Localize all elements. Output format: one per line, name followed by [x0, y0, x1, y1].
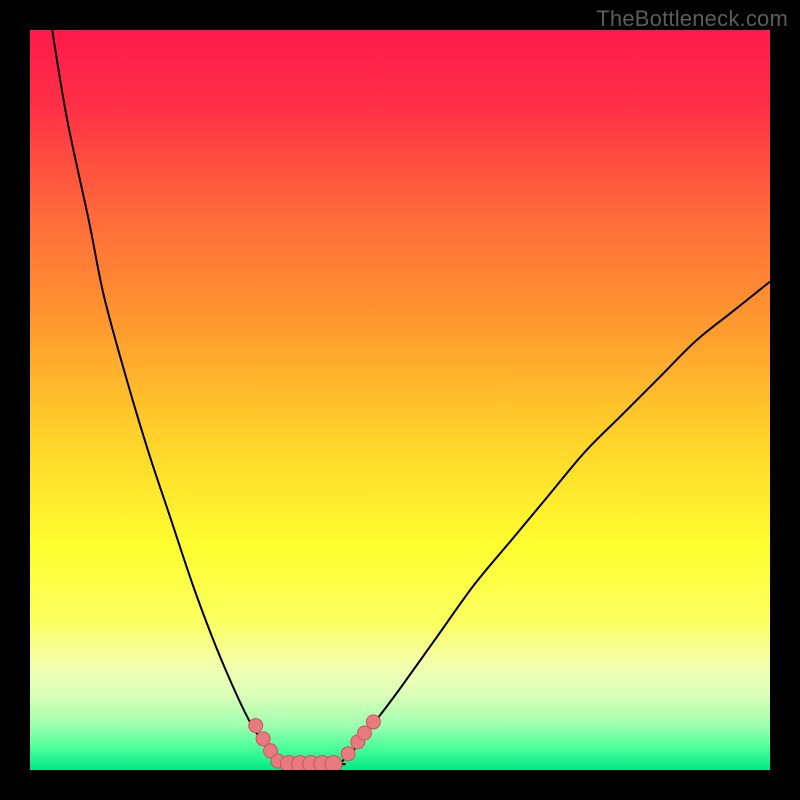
marker-dot [249, 719, 263, 733]
marker-dot [366, 715, 380, 729]
curve-layer [30, 30, 770, 770]
watermark-text: TheBottleneck.com [596, 6, 788, 32]
marker-dot [341, 747, 355, 761]
marker-dot [325, 756, 342, 770]
chart-frame: TheBottleneck.com [0, 0, 800, 800]
plot-area [30, 30, 770, 770]
bottleneck-curve [52, 30, 770, 764]
marker-group [249, 715, 381, 770]
